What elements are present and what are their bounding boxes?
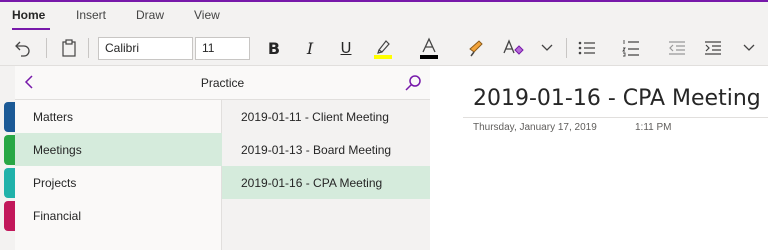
- section-item-matters[interactable]: Matters: [15, 100, 222, 133]
- font-color-button[interactable]: [418, 36, 440, 60]
- format-painter-button[interactable]: [466, 36, 488, 60]
- toolbar-separator: [88, 38, 89, 58]
- page-item-board-meeting[interactable]: 2019-01-13 - Board Meeting: [222, 133, 430, 166]
- page-time: 1:11 PM: [635, 122, 672, 133]
- numbering-icon: [622, 39, 640, 57]
- section-color-tab-meetings[interactable]: [4, 135, 15, 165]
- undo-button[interactable]: [12, 36, 34, 60]
- page-title[interactable]: 2019-01-16 - CPA Meeting: [473, 86, 761, 111]
- more-commands-button[interactable]: [740, 36, 758, 60]
- more-chevron-icon: [743, 44, 755, 52]
- italic-icon: I: [306, 38, 314, 58]
- highlight-button[interactable]: [372, 36, 394, 60]
- section-color-tab-financial[interactable]: [4, 201, 15, 231]
- tab-draw[interactable]: Draw: [136, 8, 164, 22]
- italic-button[interactable]: I: [300, 36, 320, 60]
- page-item-cpa-meeting[interactable]: 2019-01-16 - CPA Meeting: [222, 166, 430, 199]
- search-button[interactable]: [404, 74, 422, 97]
- font-size-field[interactable]: 11: [195, 37, 250, 60]
- bold-icon: B: [267, 38, 281, 58]
- navigation-pane: Practice Matters Meetings Projects Finan…: [0, 66, 430, 250]
- sections-list: Matters Meetings Projects Financial: [15, 100, 222, 250]
- paste-button[interactable]: [58, 36, 80, 60]
- font-name-field[interactable]: Calibri: [98, 37, 193, 60]
- toolbar-separator: [46, 38, 47, 58]
- page-item-client-meeting[interactable]: 2019-01-11 - Client Meeting: [222, 100, 430, 133]
- outdent-icon: [668, 40, 686, 56]
- section-item-financial[interactable]: Financial: [15, 199, 222, 232]
- outdent-button[interactable]: [666, 36, 688, 60]
- font-color-icon: [419, 37, 439, 59]
- page-date: Thursday, January 17, 2019: [473, 122, 597, 133]
- bold-button[interactable]: B: [264, 36, 284, 60]
- undo-icon: [14, 39, 32, 57]
- clear-formatting-button[interactable]: [502, 36, 524, 60]
- tab-insert[interactable]: Insert: [76, 8, 106, 22]
- clear-formatting-icon: [502, 39, 524, 57]
- tab-view[interactable]: View: [194, 8, 220, 22]
- section-color-tab-projects[interactable]: [4, 168, 15, 198]
- pages-list: 2019-01-11 - Client Meeting 2019-01-13 -…: [222, 100, 430, 250]
- format-painter-icon: [467, 39, 487, 57]
- indent-icon: [704, 40, 722, 56]
- more-font-options-button[interactable]: [538, 36, 556, 60]
- numbering-button[interactable]: [620, 36, 642, 60]
- chevron-down-icon: [541, 44, 553, 52]
- indent-button[interactable]: [702, 36, 724, 60]
- notebook-title: Practice: [200, 76, 245, 90]
- ribbon-tabs: Home Insert Draw View: [0, 2, 768, 30]
- bullets-button[interactable]: [576, 36, 598, 60]
- clipboard-icon: [61, 39, 77, 57]
- section-item-projects[interactable]: Projects: [15, 166, 222, 199]
- page-canvas[interactable]: 2019-01-16 - CPA Meeting Thursday, Janua…: [430, 66, 768, 250]
- highlighter-icon: [373, 37, 393, 59]
- title-divider: [463, 117, 768, 118]
- search-icon: [405, 75, 421, 91]
- tab-home[interactable]: Home: [12, 8, 45, 22]
- underline-icon: U: [340, 39, 352, 57]
- toolbar-separator: [566, 38, 567, 58]
- section-item-meetings[interactable]: Meetings: [15, 133, 222, 166]
- underline-button[interactable]: U: [336, 36, 356, 60]
- ribbon-toolbar: Calibri 11 B I U: [0, 30, 768, 66]
- section-color-tab-matters[interactable]: [4, 102, 15, 132]
- bullets-icon: [578, 40, 596, 56]
- notebook-header: Practice: [15, 66, 430, 100]
